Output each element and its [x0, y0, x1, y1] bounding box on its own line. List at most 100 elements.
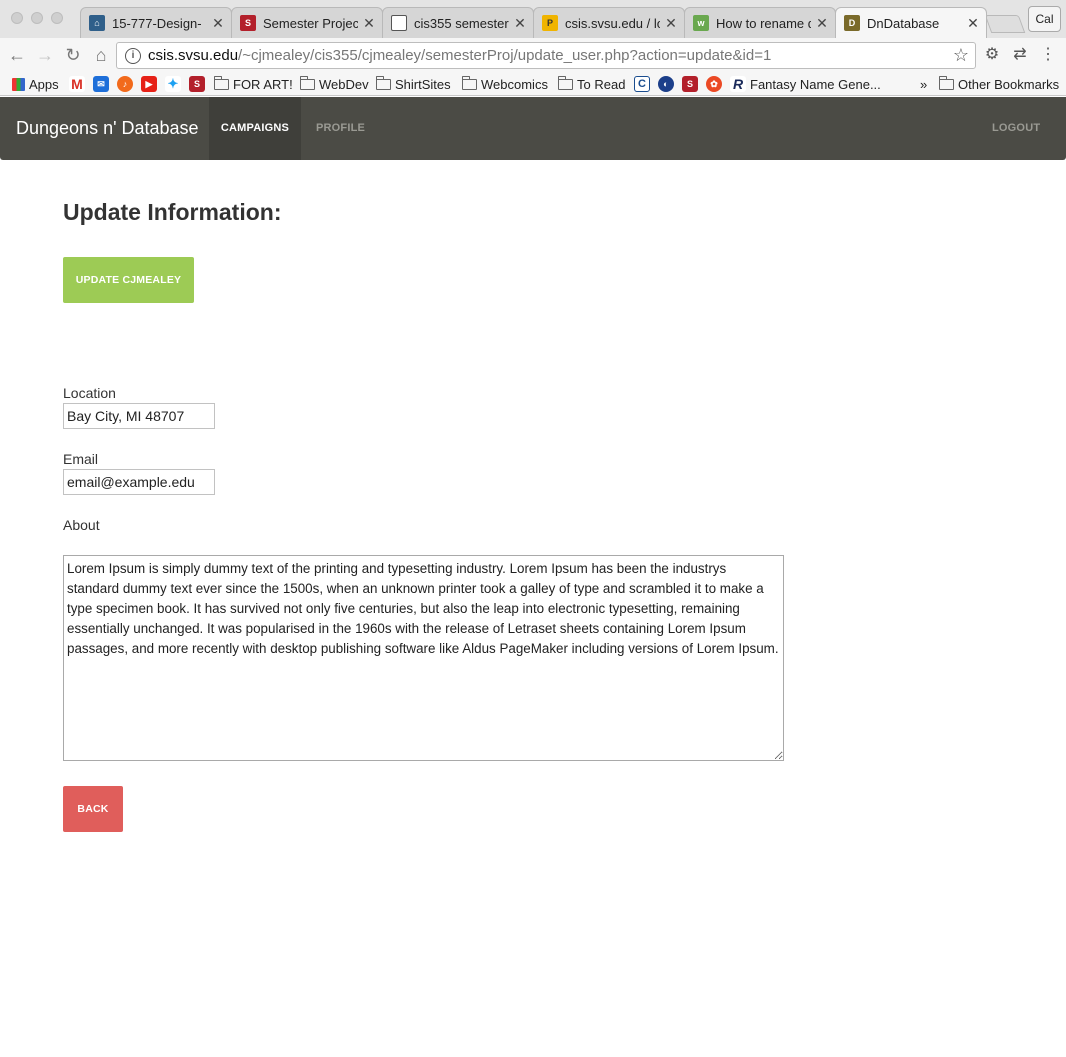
- browser-tab[interactable]: S Semester Project ✕: [231, 7, 383, 38]
- window-minimize-button[interactable]: [31, 12, 43, 24]
- folder-icon: [939, 75, 954, 90]
- mail-icon: ✉: [93, 76, 109, 92]
- about-textarea[interactable]: Lorem Ipsum is simply dummy text of the …: [63, 555, 784, 761]
- bookmark-music[interactable]: ♪: [117, 75, 137, 93]
- email-field[interactable]: [63, 469, 215, 495]
- tab-title: How to rename d: [716, 15, 811, 31]
- tab-title: Semester Project: [263, 15, 358, 31]
- nav-profile[interactable]: PROFILE: [316, 97, 365, 160]
- bookmarks-overflow[interactable]: »: [920, 75, 927, 93]
- browser-toolbar: ← → ↻ ⌂ i csis.svsu.edu /~cjmealey/cis35…: [0, 38, 1066, 72]
- bookmark-svsu[interactable]: S: [682, 75, 702, 93]
- update-user-button[interactable]: UPDATE CJMEALEY: [63, 257, 194, 303]
- folder-icon: [462, 75, 477, 90]
- globe-icon: ◐: [658, 76, 674, 92]
- browser-tab-strip: ⌂ 15-777-Design- ✕ S Semester Project ✕ …: [0, 0, 1066, 38]
- profile-button[interactable]: Cal: [1028, 6, 1061, 32]
- about-label: About: [63, 517, 100, 533]
- bookmark-gmail[interactable]: M: [69, 75, 89, 93]
- email-label: Email: [63, 451, 99, 467]
- bookmark-label: Fantasy Name Gene...: [750, 76, 881, 92]
- bookmark-c-site[interactable]: C: [634, 75, 654, 93]
- close-tab-icon[interactable]: ✕: [966, 15, 980, 32]
- address-bar[interactable]: i csis.svsu.edu /~cjmealey/cis355/cjmeal…: [116, 42, 976, 69]
- gear-icon[interactable]: ⚙: [983, 46, 1001, 64]
- tab-title: DnDatabase: [867, 15, 940, 31]
- reload-icon[interactable]: ↻: [62, 44, 84, 66]
- folder-icon: [214, 75, 229, 90]
- bookmark-twitter[interactable]: ✦: [165, 75, 185, 93]
- bookmarks-bar: Apps M ✉ ♪ ▶ ✦ S FOR ART! WebDev ShirtSi…: [0, 72, 1066, 96]
- close-tab-icon[interactable]: ✕: [513, 15, 527, 32]
- bookmark-label: ShirtSites: [395, 76, 451, 92]
- bookmark-label: Apps: [29, 76, 59, 92]
- phpmyadmin-icon: P: [542, 15, 558, 31]
- folder-icon: [558, 75, 573, 90]
- window-close-button[interactable]: [11, 12, 23, 24]
- stumbleupon-icon: ✿: [706, 76, 722, 92]
- forward-arrow-icon[interactable]: →: [34, 44, 56, 66]
- bookmark-label: WebDev: [319, 76, 369, 92]
- tab-title: 15-777-Design-: [112, 15, 202, 31]
- twitter-icon: ✦: [165, 76, 181, 92]
- gmail-icon: M: [69, 76, 85, 92]
- music-icon: ♪: [117, 76, 133, 92]
- dndatabase-icon: D: [844, 15, 860, 31]
- close-tab-icon[interactable]: ✕: [211, 15, 225, 32]
- bookmark-apps[interactable]: Apps: [12, 75, 59, 93]
- site-brand[interactable]: Dungeons n' Database: [16, 97, 199, 160]
- menu-kebab-icon[interactable]: ⋮: [1039, 46, 1057, 64]
- bookmark-label: To Read: [577, 76, 626, 92]
- close-tab-icon[interactable]: ✕: [362, 15, 376, 32]
- svsu-icon: S: [240, 15, 256, 31]
- bookmark-stumble[interactable]: ✿: [706, 75, 726, 93]
- back-button[interactable]: BACK: [63, 786, 123, 832]
- bookmark-mail[interactable]: ✉: [93, 75, 113, 93]
- browser-tab[interactable]: ⌂ 15-777-Design- ✕: [80, 7, 232, 38]
- home-icon[interactable]: ⌂: [90, 44, 112, 66]
- bookmark-globe[interactable]: ◐: [658, 75, 678, 93]
- sync-icon[interactable]: ⇄: [1011, 46, 1029, 64]
- nav-campaigns[interactable]: CAMPAIGNS: [209, 97, 301, 160]
- document-icon: [391, 15, 407, 31]
- bookmark-folder[interactable]: FOR ART!: [214, 75, 293, 93]
- bookmark-star-icon[interactable]: ☆: [953, 45, 969, 66]
- bookmark-folder[interactable]: WebDev: [300, 75, 369, 93]
- tab-title: cis355 semester: [414, 15, 509, 31]
- bookmark-label: FOR ART!: [233, 76, 293, 92]
- browser-tab[interactable]: P csis.svsu.edu / lo ✕: [533, 7, 685, 38]
- folder-icon: [376, 75, 391, 90]
- bookmark-youtube[interactable]: ▶: [141, 75, 161, 93]
- bookmark-fantasy-name-generator[interactable]: R Fantasy Name Gene...: [730, 75, 881, 93]
- info-icon[interactable]: i: [125, 47, 141, 64]
- museum-icon: ⌂: [89, 15, 105, 31]
- window-zoom-button[interactable]: [51, 12, 63, 24]
- chevron-double-right-icon: »: [920, 76, 928, 92]
- browser-tab-active[interactable]: D DnDatabase ✕: [835, 7, 987, 38]
- back-arrow-icon[interactable]: ←: [6, 44, 28, 66]
- new-tab-button[interactable]: [984, 15, 1026, 33]
- location-field[interactable]: [63, 403, 215, 429]
- tab-title: csis.svsu.edu / lo: [565, 15, 660, 31]
- page-title: Update Information:: [63, 199, 282, 225]
- nav-logout[interactable]: LOGOUT: [992, 97, 1040, 160]
- youtube-icon: ▶: [141, 76, 157, 92]
- close-tab-icon[interactable]: ✕: [815, 15, 829, 32]
- bookmark-label: Webcomics: [481, 76, 548, 92]
- bookmark-folder[interactable]: ShirtSites: [376, 75, 451, 93]
- bookmark-other-bookmarks[interactable]: Other Bookmarks: [939, 75, 1059, 93]
- c-site-icon: C: [634, 76, 650, 92]
- close-tab-icon[interactable]: ✕: [664, 15, 678, 32]
- bookmark-label: Other Bookmarks: [958, 76, 1060, 92]
- wikihow-icon: w: [693, 15, 709, 31]
- location-label: Location: [63, 385, 116, 401]
- svsu-icon: S: [189, 76, 205, 92]
- browser-tab[interactable]: cis355 semester ✕: [382, 7, 534, 38]
- bookmark-folder[interactable]: To Read: [558, 75, 625, 93]
- r-logo-icon: R: [730, 76, 746, 92]
- bookmark-folder[interactable]: Webcomics: [462, 75, 548, 93]
- site-navbar: Dungeons n' Database CAMPAIGNS PROFILE L…: [0, 97, 1066, 160]
- bookmark-svsu[interactable]: S: [189, 75, 209, 93]
- browser-tab[interactable]: w How to rename d ✕: [684, 7, 836, 38]
- address-host: csis.svsu.edu: [148, 47, 239, 64]
